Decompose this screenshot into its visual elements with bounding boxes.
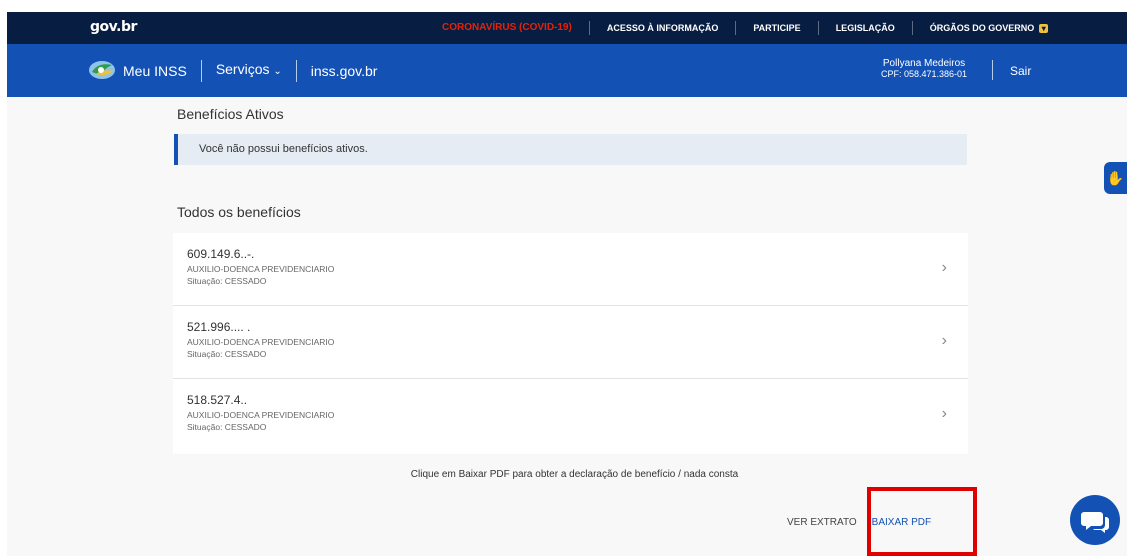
top-strip (0, 0, 1127, 12)
benefit-status: Situação: CESSADO (187, 349, 267, 359)
chevron-down-icon: ▾ (1039, 24, 1049, 34)
gov-logo[interactable]: gov.br (90, 19, 137, 35)
page: gov.br CORONAVÍRUS (COVID-19) ACESSO À I… (0, 0, 1127, 556)
inss-site-link[interactable]: inss.gov.br (297, 61, 392, 81)
inss-nav: Meu INSS Serviços ⌄ inss.gov.br (123, 44, 391, 97)
highlight-box (867, 487, 977, 556)
benefit-number: 518.527.4.. (187, 393, 248, 407)
logout-button[interactable]: Sair (1010, 64, 1031, 78)
benefit-status: Situação: CESSADO (187, 422, 267, 432)
chevron-right-icon: › (941, 405, 947, 422)
benefit-item[interactable]: 521.996.... . AUXILIO-DOENCA PREVIDENCIA… (173, 306, 968, 379)
user-cpf: CPF: 058.471.386-01 (881, 69, 968, 79)
main-content: Benefícios Ativos Você não possui benefí… (7, 97, 1127, 556)
inss-bar: Meu INSS Serviços ⌄ inss.gov.br Pollyana… (7, 44, 1127, 97)
benefit-type: AUXILIO-DOENCA PREVIDENCIARIO (187, 410, 335, 420)
chevron-down-icon: ⌄ (273, 66, 282, 77)
active-benefits-title: Benefícios Ativos (177, 106, 284, 122)
benefit-item[interactable]: 609.149.6..-. AUXILIO-DOENCA PREVIDENCIA… (173, 233, 968, 306)
inss-logo-icon (89, 61, 115, 79)
meu-inss-link[interactable]: Meu INSS (123, 61, 201, 81)
gov-link-legislacao[interactable]: LEGISLAÇÃO (819, 21, 913, 35)
chat-bubbles-icon (1081, 512, 1109, 533)
all-benefits-title: Todos os benefícios (177, 204, 301, 220)
user-name: Pollyana Medeiros (882, 58, 966, 69)
benefit-status: Situação: CESSADO (187, 276, 267, 286)
chevron-right-icon: › (941, 259, 947, 276)
chevron-right-icon: › (941, 332, 947, 349)
user-divider (992, 60, 993, 80)
benefit-number: 609.149.6..-. (187, 247, 255, 261)
servicos-menu[interactable]: Serviços ⌄ (202, 59, 296, 82)
accessibility-hand-icon[interactable]: ✋ (1104, 162, 1127, 194)
gov-link-orgaos-label: ÓRGÃOS DO GOVERNO (929, 23, 1035, 33)
ver-extrato-button[interactable]: VER EXTRATO (787, 517, 857, 528)
benefit-type: AUXILIO-DOENCA PREVIDENCIARIO (187, 264, 335, 274)
no-active-benefits-notice: Você não possui benefícios ativos. (174, 134, 967, 165)
download-hint: Clique em Baixar PDF para obter a declar… (410, 469, 739, 480)
chat-button[interactable] (1070, 495, 1120, 545)
gov-bar: gov.br CORONAVÍRUS (COVID-19) ACESSO À I… (7, 12, 1127, 44)
gov-links: CORONAVÍRUS (COVID-19) ACESSO À INFORMAÇ… (425, 12, 1065, 44)
gov-link-participe[interactable]: PARTICIPE (736, 21, 819, 35)
benefit-type: AUXILIO-DOENCA PREVIDENCIARIO (187, 337, 335, 347)
user-info: Pollyana Medeiros CPF: 058.471.386-01 (881, 58, 967, 80)
benefit-number: 521.996.... . (187, 320, 251, 334)
gov-link-acesso-informacao[interactable]: ACESSO À INFORMAÇÃO (590, 21, 737, 35)
benefit-list: 609.149.6..-. AUXILIO-DOENCA PREVIDENCIA… (173, 233, 968, 454)
servicos-label: Serviços (215, 61, 270, 77)
gov-link-covid[interactable]: CORONAVÍRUS (COVID-19) (425, 21, 590, 35)
gov-link-orgaos-governo[interactable]: ÓRGÃOS DO GOVERNO ▾ (913, 21, 1066, 35)
benefit-item[interactable]: 518.527.4.. AUXILIO-DOENCA PREVIDENCIARI… (173, 379, 968, 454)
